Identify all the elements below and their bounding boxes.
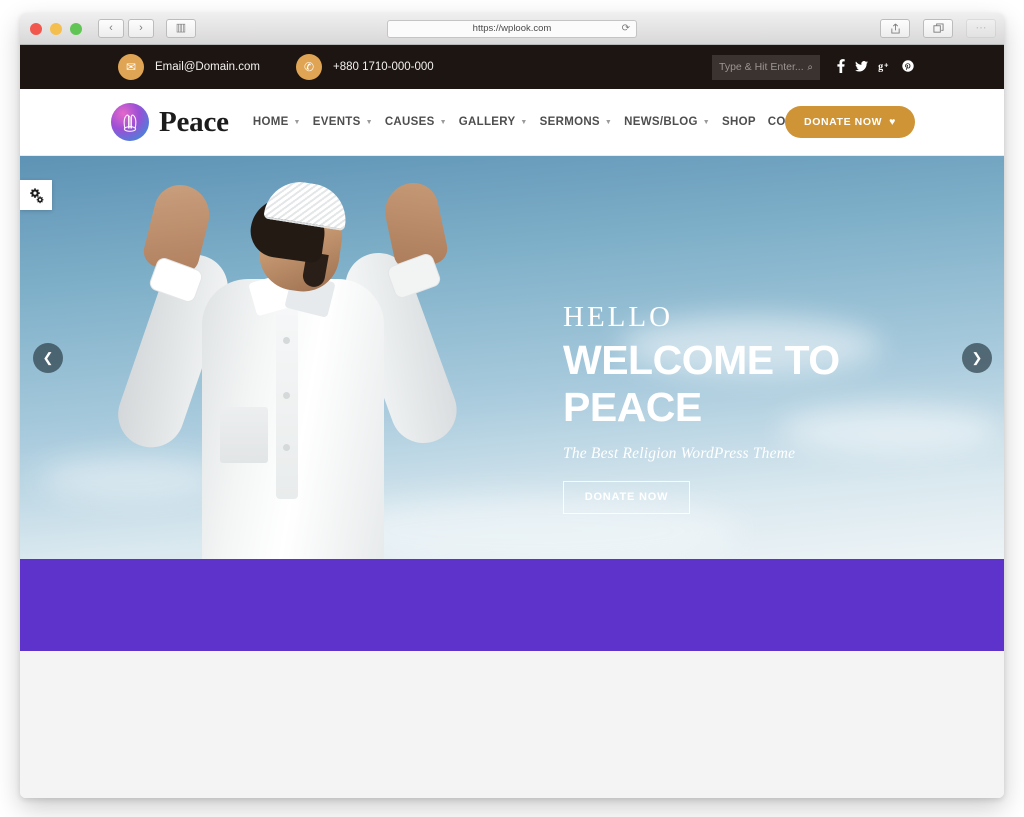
gears-icon — [29, 187, 43, 203]
chevron-down-icon: ▼ — [702, 118, 710, 126]
browser-right-buttons: ⋯ — [872, 19, 996, 38]
back-icon: ‹ — [109, 22, 113, 34]
logo-text: Peace — [159, 105, 229, 138]
search-icon[interactable]: ⌕ — [807, 62, 813, 73]
chevron-down-icon: ▼ — [365, 118, 373, 126]
browser-window: ‹ › ▥ https://wplook.com ⟳ ⋯ ✉ Email@Dom… — [20, 13, 1004, 798]
hero-title-line2: PEACE — [563, 384, 702, 431]
chevron-down-icon: ▼ — [604, 118, 613, 126]
nav-label: NEWS/BLOG — [624, 116, 698, 128]
nav-item-causes[interactable]: CAUSES ▼ — [379, 116, 453, 128]
nav-label: CAUSES — [384, 116, 435, 128]
tabs-button[interactable] — [923, 19, 953, 38]
sidebar-toggle-button[interactable]: ▥ — [166, 19, 196, 38]
nav-item-shop[interactable]: SHOP — [716, 116, 762, 128]
svg-text:+: + — [884, 61, 888, 69]
browser-nav-buttons: ‹ › ▥ — [98, 19, 196, 38]
site-logo[interactable]: Peace — [111, 103, 229, 141]
social-links: g + — [837, 59, 914, 75]
close-window-button[interactable] — [30, 22, 42, 35]
chevron-left-icon: ❮ — [42, 350, 54, 365]
main-navigation: HOME ▼ EVENTS ▼ CAUSES ▼ GALLERY ▼ SERMONS ▼ … — [247, 116, 851, 128]
nav-label: EVENTS — [312, 116, 361, 128]
reload-icon[interactable]: ⟳ — [622, 23, 630, 34]
traffic-lights — [30, 22, 82, 35]
nav-label: SERMONS — [539, 116, 600, 128]
slider-next-button[interactable]: ❯ — [962, 342, 992, 373]
chevron-down-icon: ▼ — [293, 118, 301, 126]
hero-donate-button[interactable]: DONATE NOW — [563, 480, 690, 514]
hero-eyebrow: HELLO — [563, 301, 674, 333]
forward-icon: › — [139, 22, 143, 34]
chevron-right-icon: ❯ — [971, 350, 983, 365]
twitter-icon[interactable] — [855, 60, 868, 74]
sidebar-icon: ▥ — [175, 22, 187, 34]
hero-copy: HELLO WELCOME TO PEACE The Best Religion… — [563, 301, 840, 514]
search-box[interactable]: Type & Hit Enter... ⌕ — [712, 54, 820, 80]
hero-slider: HELLO WELCOME TO PEACE The Best Religion… — [20, 156, 1004, 559]
phone-icon: ✆ — [295, 54, 322, 80]
site-topbar: ✉ Email@Domain.com ✆ +880 1710-000-000 T… — [20, 45, 1004, 89]
address-bar[interactable]: https://wplook.com ⟳ — [387, 19, 637, 38]
back-button[interactable]: ‹ — [98, 19, 124, 38]
pinterest-icon[interactable] — [902, 60, 914, 74]
chevron-down-icon: ▼ — [439, 118, 447, 126]
nav-label: HOME — [252, 116, 289, 128]
url-text: https://wplook.com — [472, 23, 552, 34]
nav-label: GALLERY — [458, 116, 516, 128]
nav-item-news-blog[interactable]: NEWS/BLOG ▼ — [618, 116, 716, 128]
nav-label: SHOP — [722, 116, 756, 128]
nav-item-home[interactable]: HOME ▼ — [247, 116, 307, 128]
google-plus-icon[interactable]: g + — [878, 60, 892, 74]
hero-image-praying-man — [80, 159, 510, 559]
page-viewport: ✉ Email@Domain.com ✆ +880 1710-000-000 T… — [20, 45, 1004, 798]
overflow-button[interactable]: ⋯ — [966, 19, 996, 38]
chevron-down-icon: ▼ — [520, 118, 528, 126]
search-input[interactable]: Type & Hit Enter... — [719, 61, 807, 73]
minimize-window-button[interactable] — [50, 22, 62, 35]
heart-icon: ♥ — [889, 116, 896, 128]
donate-now-button[interactable]: DONATE NOW ♥ — [785, 106, 915, 138]
slider-prev-button[interactable]: ❮ — [33, 342, 63, 373]
phone-text[interactable]: +880 1710-000-000 — [333, 61, 434, 73]
facebook-icon[interactable] — [837, 59, 845, 75]
email-icon: ✉ — [118, 54, 144, 80]
lower-gray-section — [20, 651, 1004, 798]
hero-title-line1: WELCOME TO — [563, 337, 840, 383]
browser-titlebar: ‹ › ▥ https://wplook.com ⟳ ⋯ — [20, 13, 1004, 45]
share-icon — [890, 23, 900, 34]
tabs-icon — [932, 23, 944, 33]
purple-section — [20, 559, 1004, 651]
nav-item-gallery[interactable]: GALLERY ▼ — [453, 116, 534, 128]
topbar-right: Type & Hit Enter... ⌕ g + — [712, 54, 914, 80]
nav-item-sermons[interactable]: SERMONS ▼ — [534, 116, 618, 128]
email-text[interactable]: Email@Domain.com — [155, 61, 260, 73]
nav-item-events[interactable]: EVENTS ▼ — [307, 116, 379, 128]
maximize-window-button[interactable] — [70, 22, 82, 35]
site-header: Peace HOME ▼ EVENTS ▼ CAUSES ▼ GALLERY ▼ SER… — [20, 89, 1004, 156]
hero-cta-label: DONATE NOW — [584, 491, 669, 504]
donate-label: DONATE NOW — [804, 116, 883, 128]
hero-subtitle: The Best Religion WordPress Theme — [563, 444, 796, 462]
svg-text:g: g — [878, 61, 883, 71]
theme-options-tab[interactable] — [20, 180, 52, 210]
contact-info: ✉ Email@Domain.com ✆ +880 1710-000-000 — [118, 54, 434, 80]
share-button[interactable] — [880, 19, 910, 38]
forward-button[interactable]: › — [128, 19, 154, 38]
peace-logo-icon — [111, 103, 149, 141]
